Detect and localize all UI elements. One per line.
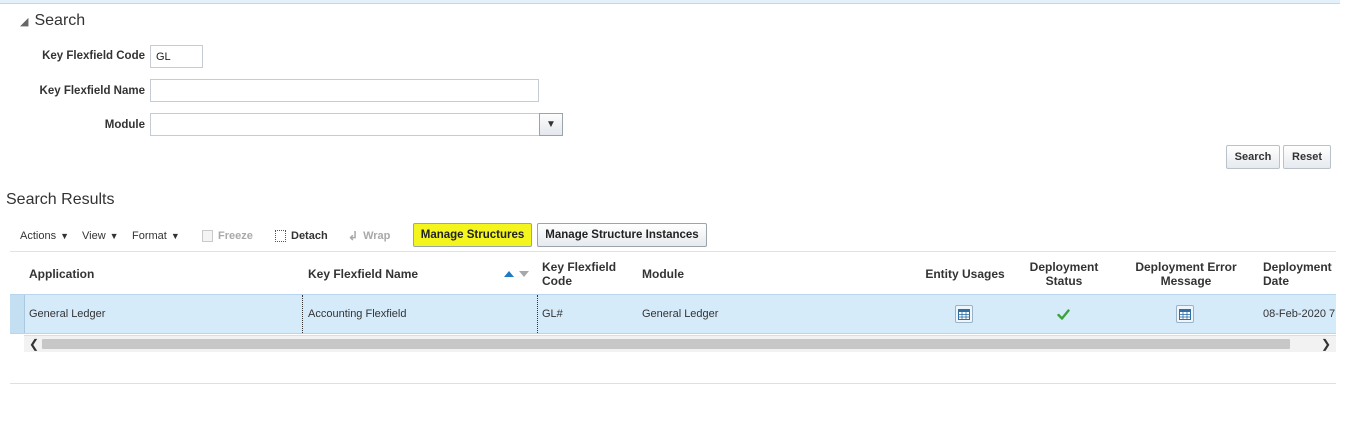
- freeze-icon: [202, 230, 213, 242]
- table-header: Application Key Flexfield Name Key Flexf…: [10, 251, 1336, 295]
- key-flexfield-name-input[interactable]: [150, 79, 539, 102]
- row-selector[interactable]: [10, 295, 25, 333]
- column-header-deployment-date-line2: Date: [1263, 273, 1290, 288]
- results-table: Application Key Flexfield Name Key Flexf…: [10, 251, 1336, 352]
- column-header-deployment-status-line1: Deployment: [1029, 259, 1099, 274]
- column-header-deployment-error-line2: Message: [1160, 273, 1212, 288]
- column-header-key-flexfield-code-line2: Code: [542, 273, 572, 288]
- column-header-key-flexfield-name[interactable]: Key Flexfield Name: [308, 252, 498, 295]
- view-menu[interactable]: View ▼: [82, 226, 119, 246]
- column-divider: [537, 295, 538, 333]
- divider: [10, 383, 1336, 384]
- column-header-deployment-status[interactable]: Deployment Status: [1022, 252, 1106, 295]
- freeze-label: Freeze: [218, 230, 253, 242]
- scrollbar-thumb[interactable]: [42, 339, 1290, 349]
- scroll-right-icon[interactable]: ❯: [1321, 337, 1331, 351]
- format-label: Format: [132, 230, 167, 242]
- cell-deployment-date: 08-Feb-2020 7:: [1263, 308, 1336, 320]
- column-header-entity-usages[interactable]: Entity Usages: [920, 252, 1010, 295]
- deployment-error-table-icon[interactable]: [1176, 305, 1194, 323]
- freeze-button[interactable]: Freeze: [202, 226, 253, 246]
- entity-usages-table-icon[interactable]: [955, 305, 973, 323]
- key-flexfield-code-input[interactable]: GL: [150, 45, 203, 68]
- search-results-title: Search Results: [6, 191, 115, 208]
- chevron-down-icon: ▼: [60, 231, 69, 241]
- wrap-button[interactable]: ↲ Wrap: [348, 226, 390, 246]
- wrap-icon: ↲: [348, 229, 359, 243]
- column-divider: [302, 295, 303, 333]
- table-row[interactable]: General Ledger Accounting Flexfield GL# …: [10, 294, 1336, 334]
- column-header-key-flexfield-code-line1: Key Flexfield: [542, 259, 617, 274]
- module-dropdown-button[interactable]: ▼: [539, 113, 563, 136]
- horizontal-scrollbar[interactable]: ❮ ❯: [24, 335, 1336, 352]
- cell-key-flexfield-name: Accounting Flexfield: [308, 308, 407, 320]
- top-band: [0, 0, 1340, 4]
- cell-deployment-error-message: [1176, 295, 1194, 333]
- manage-structures-button[interactable]: Manage Structures: [413, 223, 532, 247]
- column-header-key-flexfield-code[interactable]: Key Flexfield Code: [542, 252, 632, 295]
- column-header-deployment-status-line2: Status: [1045, 273, 1083, 288]
- search-section-header[interactable]: ◢ Search: [20, 12, 85, 30]
- module-label: Module: [104, 119, 145, 131]
- sort-indicator-icon[interactable]: [504, 268, 532, 278]
- key-flexfield-code-label: Key Flexfield Code: [42, 50, 145, 62]
- scroll-left-icon[interactable]: ❮: [29, 337, 39, 351]
- chevron-down-icon: ▼: [546, 119, 556, 130]
- cell-key-flexfield-code: GL#: [542, 308, 563, 320]
- cell-deployment-status: [1057, 295, 1070, 333]
- column-header-module[interactable]: Module: [642, 252, 762, 295]
- cell-entity-usages: [955, 295, 973, 333]
- manage-structure-instances-button[interactable]: Manage Structure Instances: [537, 223, 707, 247]
- actions-menu[interactable]: Actions ▼: [20, 226, 69, 246]
- column-header-deployment-error-line1: Deployment Error: [1135, 259, 1237, 274]
- detach-icon: [275, 230, 286, 242]
- wrap-label: Wrap: [363, 230, 391, 242]
- chevron-down-icon: ▼: [170, 231, 180, 241]
- column-header-deployment-date-line1: Deployment: [1263, 259, 1332, 274]
- checkmark-icon: [1057, 308, 1070, 320]
- detach-button[interactable]: Detach: [275, 226, 328, 246]
- view-label: View: [82, 230, 106, 242]
- reset-button[interactable]: Reset: [1283, 145, 1331, 169]
- module-select[interactable]: [150, 113, 540, 136]
- search-title: Search: [34, 12, 86, 29]
- cell-module: General Ledger: [642, 308, 719, 320]
- collapse-triangle-icon[interactable]: ◢: [20, 15, 28, 28]
- format-menu[interactable]: Format ▼: [132, 226, 180, 246]
- search-button[interactable]: Search: [1226, 145, 1280, 169]
- actions-label: Actions: [20, 230, 57, 242]
- detach-label: Detach: [291, 230, 328, 242]
- chevron-down-icon: ▼: [109, 231, 119, 241]
- cell-application: General Ledger: [29, 308, 106, 320]
- column-header-deployment-date[interactable]: Deployment Date: [1263, 252, 1336, 295]
- column-header-deployment-error-message[interactable]: Deployment Error Message: [1130, 252, 1242, 295]
- column-header-application[interactable]: Application: [29, 252, 289, 295]
- key-flexfield-name-label: Key Flexfield Name: [39, 85, 145, 97]
